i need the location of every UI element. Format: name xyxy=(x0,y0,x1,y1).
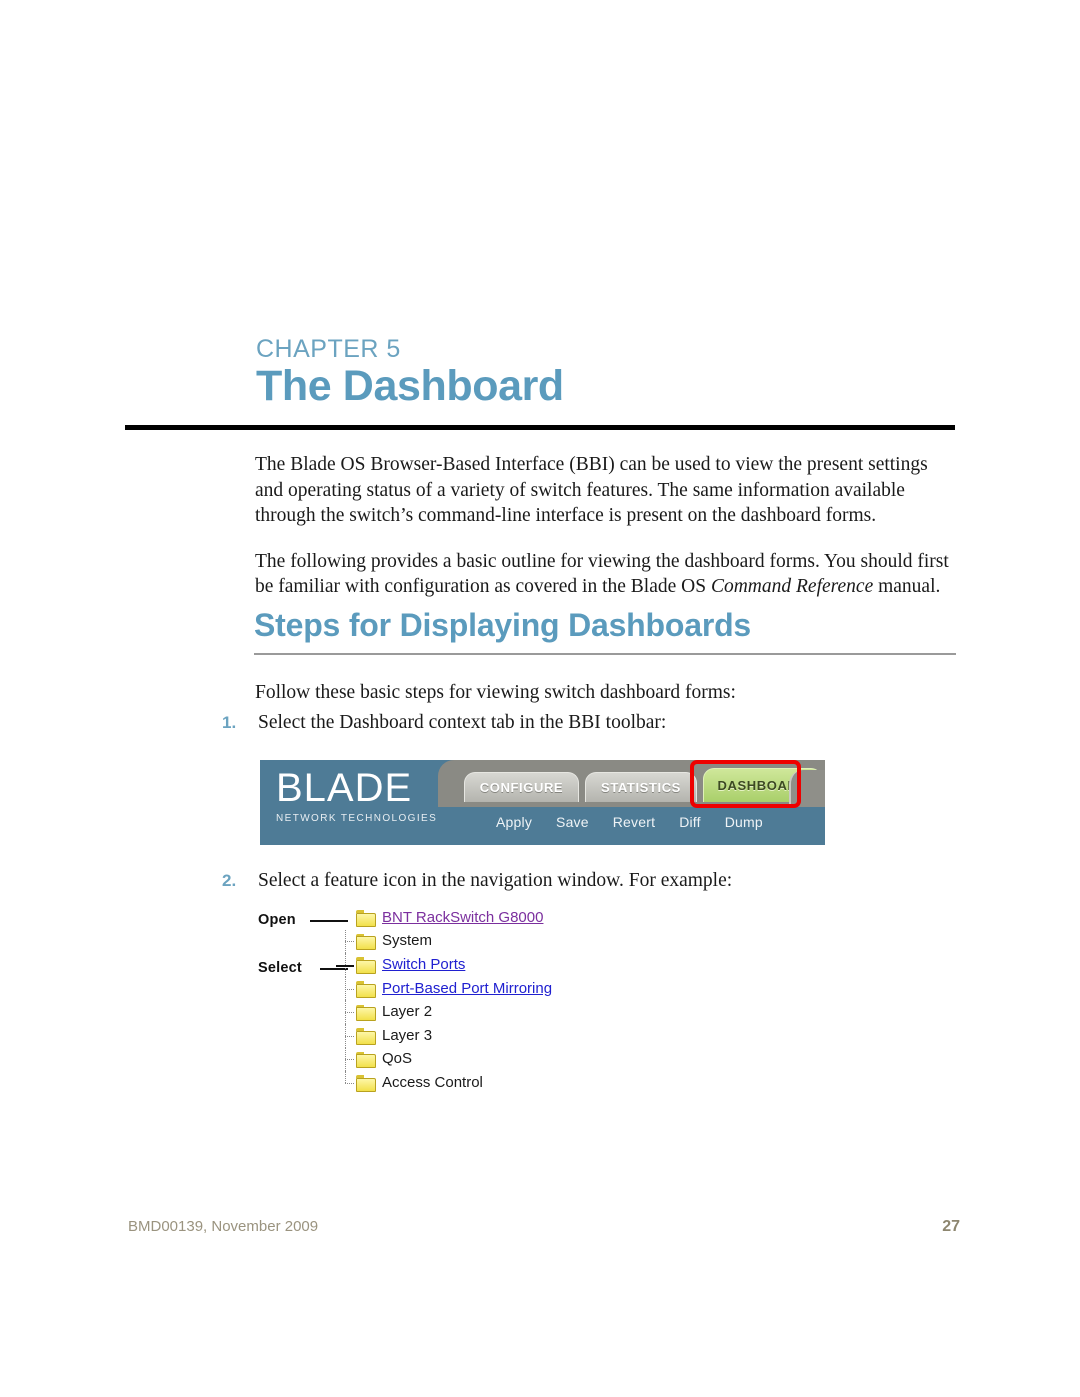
action-apply[interactable]: Apply xyxy=(496,814,532,830)
blade-logo-tagline: NETWORK TECHNOLOGIES xyxy=(276,813,438,824)
tree-item-bnt-rackswitch-g8000[interactable]: BNT RackSwitch G8000 xyxy=(336,906,666,930)
step-text-1: Select the Dashboard context tab in the … xyxy=(258,712,667,733)
tree-item-switch-ports[interactable]: Switch Ports xyxy=(336,953,666,977)
intro-text: The Blade OS Browser-Based Interface (BB… xyxy=(255,452,959,600)
tree-connector xyxy=(336,953,356,977)
step-number-1: 1. xyxy=(222,713,237,732)
tree-item-label: BNT RackSwitch G8000 xyxy=(382,908,544,926)
tree-item-label: Port-Based Port Mirroring xyxy=(382,979,553,997)
tab-configure[interactable]: CONFIGURE xyxy=(464,772,579,802)
tree-connector xyxy=(336,929,356,954)
blade-logo: BLADE NETWORK TECHNOLOGIES xyxy=(276,768,466,826)
chapter-rule xyxy=(125,425,955,430)
folder-icon xyxy=(356,957,376,974)
tab-statistics[interactable]: STATISTICS xyxy=(585,772,697,802)
tree-item-layer-3[interactable]: Layer 3 xyxy=(336,1023,666,1048)
callout-open-label: Open xyxy=(258,912,296,928)
step-item-1: 1. Select the Dashboard context tab in t… xyxy=(222,710,962,735)
tree-item-label: QoS xyxy=(382,1050,413,1068)
folder-icon xyxy=(356,1051,376,1069)
page-footer: BMD00139, November 2009 27 xyxy=(128,1218,960,1236)
navigation-tree: BNT RackSwitch G8000 System Switch Ports… xyxy=(336,906,666,1095)
tree-item-label: Switch Ports xyxy=(382,955,466,973)
bbi-toolbar-figure: CONFIGURE STATISTICS DASHBOARD BLADE NET… xyxy=(260,758,825,845)
folder-icon xyxy=(356,981,376,998)
section-header: Steps for Displaying Dashboards xyxy=(254,607,956,655)
section-lead-in: Follow these basic steps for viewing swi… xyxy=(255,680,959,706)
tree-item-access-control[interactable]: Access Control xyxy=(336,1071,666,1095)
tree-item-label: Layer 3 xyxy=(382,1026,433,1044)
lead-in-text: Follow these basic steps for viewing swi… xyxy=(255,682,736,703)
action-revert[interactable]: Revert xyxy=(613,814,655,830)
folder-icon xyxy=(356,910,376,927)
document-page: Chapter 5 The Dashboard The Blade OS Bro… xyxy=(0,0,1080,1397)
tree-item-label: System xyxy=(382,932,433,950)
intro-paragraph-2: The following provides a basic outline f… xyxy=(255,549,959,600)
tree-item-label: Access Control xyxy=(382,1073,483,1091)
folder-icon xyxy=(356,1004,376,1022)
callout-select-label: Select xyxy=(258,960,302,976)
footer-page-number: 27 xyxy=(942,1218,960,1235)
action-save[interactable]: Save xyxy=(556,814,589,830)
tree-connector xyxy=(336,1047,356,1072)
step-item-2: 2. Select a feature icon in the navigati… xyxy=(222,868,962,893)
step-text-2: Select a feature icon in the navigation … xyxy=(258,870,733,891)
page-title: The Dashboard xyxy=(256,362,564,411)
dashboard-tab-highlight-box xyxy=(690,760,801,808)
tree-connector xyxy=(336,1000,356,1024)
section-rule xyxy=(254,652,956,655)
blade-logo-wordmark: BLADE xyxy=(276,766,413,810)
tree-connector xyxy=(336,1071,356,1095)
tree-connector xyxy=(336,906,356,930)
book-reference: Command Reference xyxy=(710,576,874,597)
chapter-header: Chapter 5 The Dashboard xyxy=(256,336,956,410)
folder-icon xyxy=(356,933,376,951)
tree-item-layer-2[interactable]: Layer 2 xyxy=(336,1000,666,1024)
navigation-tree-figure: Open Select BNT RackSwitch G8000 System … xyxy=(258,906,678,1096)
tree-item-qos[interactable]: QoS xyxy=(336,1047,666,1072)
tree-item-label: Layer 2 xyxy=(382,1003,433,1021)
chapter-number: 5 xyxy=(386,335,401,363)
intro-p2-after: manual. xyxy=(873,576,941,597)
tree-item-port-based-port-mirroring[interactable]: Port-Based Port Mirroring xyxy=(336,976,666,1001)
action-diff[interactable]: Diff xyxy=(679,814,701,830)
folder-icon xyxy=(356,1028,376,1045)
tree-connector xyxy=(336,1023,356,1048)
chapter-label-word: Chapter xyxy=(256,335,379,363)
chapter-label: Chapter 5 xyxy=(256,336,956,362)
action-dump[interactable]: Dump xyxy=(725,814,763,830)
section-title: Steps for Displaying Dashboards xyxy=(254,607,752,643)
step-number-2: 2. xyxy=(222,871,237,890)
folder-icon xyxy=(356,1075,376,1092)
tree-connector xyxy=(336,976,356,1001)
footer-document-id: BMD00139, November 2009 xyxy=(128,1218,319,1235)
tree-item-system[interactable]: System xyxy=(336,929,666,954)
intro-paragraph-1: The Blade OS Browser-Based Interface (BB… xyxy=(255,454,928,526)
bbi-action-links: Apply Save Revert Diff Dump xyxy=(496,814,763,830)
